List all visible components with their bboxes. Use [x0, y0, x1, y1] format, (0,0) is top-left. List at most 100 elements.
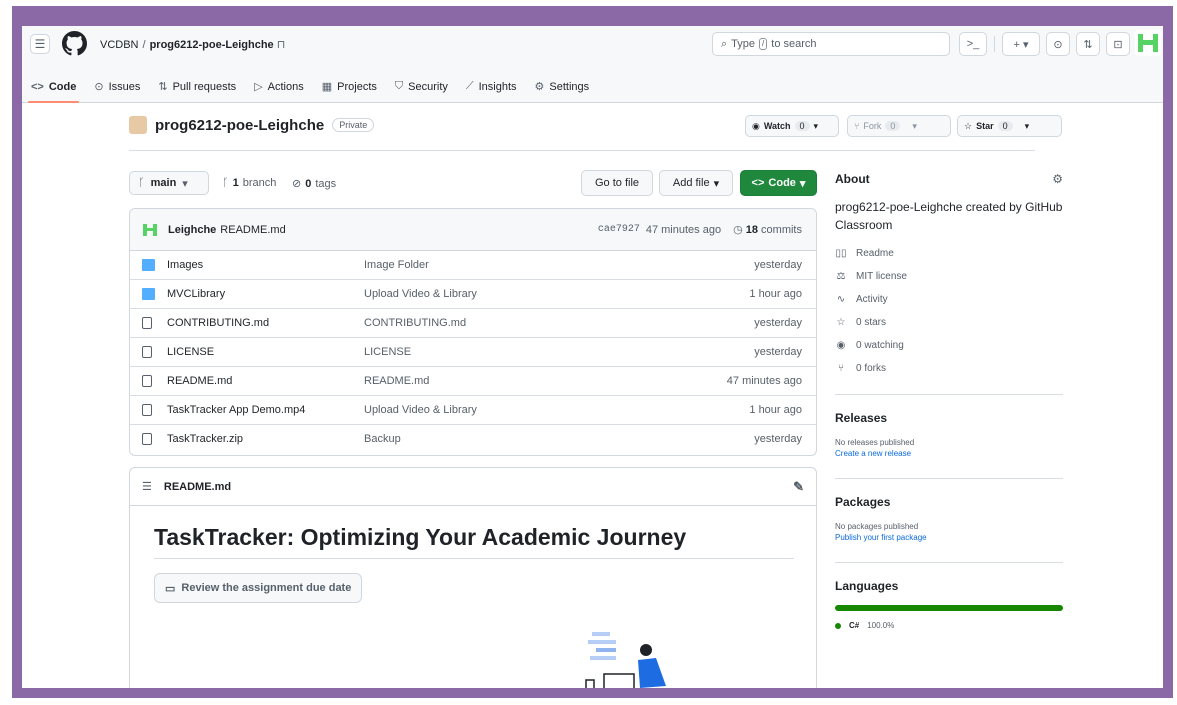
file-row[interactable]: Images Image Folder yesterday: [130, 251, 816, 280]
file-row[interactable]: MVCLibrary Upload Video & Library 1 hour a…: [130, 280, 816, 309]
tags-link[interactable]: ⊘ 0 tags: [292, 177, 336, 191]
file-name[interactable]: TaskTracker.zip: [167, 433, 243, 445]
branch-select-button[interactable]: ᚴ main ▾: [129, 171, 209, 195]
issue-icon: ⊙: [1053, 38, 1063, 51]
user-avatar[interactable]: [1135, 30, 1161, 56]
issues-button[interactable]: ⊙: [1046, 32, 1070, 56]
commit-count-word: commits: [761, 224, 802, 236]
hamburger-menu-icon[interactable]: ☰: [30, 34, 50, 54]
file-commit-date: yesterday: [754, 346, 802, 358]
search-input[interactable]: ⌕ Type / to search: [712, 32, 950, 56]
file-name[interactable]: TaskTracker App Demo.mp4: [167, 404, 305, 416]
chevron-down-icon: ▾: [912, 120, 917, 131]
language-name: C#: [849, 621, 860, 630]
branch-word: branch: [242, 177, 277, 189]
file-name[interactable]: CONTRIBUTING.md: [167, 317, 269, 329]
about-link-book[interactable]: ▯▯ Readme: [835, 242, 1063, 265]
about-link-eye[interactable]: ◉ 0 watching: [835, 334, 1063, 357]
code-button-label: Code: [768, 177, 796, 189]
github-logo-icon[interactable]: [62, 31, 87, 56]
about-link-fork[interactable]: ⑂ 0 forks: [835, 357, 1063, 380]
search-icon: ⌕: [721, 37, 728, 50]
watch-button[interactable]: ◉ Watch 0 ▾: [745, 115, 839, 137]
developer-illustration: [585, 632, 666, 688]
about-link-label: MIT license: [856, 271, 907, 282]
about-link-law[interactable]: ⚖ MIT license: [835, 265, 1063, 288]
file-name[interactable]: MVCLibrary: [167, 288, 225, 300]
add-file-button[interactable]: Add file ▾: [659, 170, 733, 196]
code-icon: <>: [31, 80, 44, 93]
file-row[interactable]: TaskTracker App Demo.mp4 Upload Video & L…: [130, 396, 816, 425]
file-commit-date: yesterday: [754, 259, 802, 271]
commit-message[interactable]: README.md: [220, 224, 285, 236]
eye-icon: ◉: [752, 120, 760, 131]
packages-heading[interactable]: Packages: [835, 495, 1063, 509]
about-link-pulse[interactable]: ∿ Activity: [835, 288, 1063, 311]
file-name[interactable]: README.md: [167, 375, 232, 387]
title-divider: [129, 150, 1035, 151]
gear-icon[interactable]: ⚙: [1052, 172, 1063, 186]
tab-label: Issues: [108, 80, 141, 93]
go-to-file-button[interactable]: Go to file: [581, 170, 653, 196]
tab-projects[interactable]: ▦ Projects: [313, 70, 386, 103]
latest-commit-row: Leighche README.md cae7927 47 minutes ag…: [130, 209, 816, 251]
language-item[interactable]: C# 100.0%: [835, 621, 1063, 630]
file-name[interactable]: Images: [167, 259, 203, 271]
tab-label: Security: [408, 80, 448, 93]
file-row[interactable]: README.md README.md 47 minutes ago: [130, 367, 816, 396]
commit-hash[interactable]: cae7927: [598, 224, 640, 235]
breadcrumb-separator: /: [142, 39, 146, 51]
file-commit-message[interactable]: CONTRIBUTING.md: [364, 317, 466, 329]
command-palette-button[interactable]: >_: [959, 32, 987, 56]
file-commit-message[interactable]: README.md: [364, 375, 429, 387]
inbox-button[interactable]: ⊡: [1106, 32, 1130, 56]
file-commit-message[interactable]: LICENSE: [364, 346, 411, 358]
watch-count: 0: [794, 121, 810, 131]
tab-security[interactable]: ⛉ Security: [386, 70, 457, 103]
tab-pull-requests[interactable]: ⇅ Pull requests: [149, 70, 245, 103]
breadcrumb-repo[interactable]: prog6212-poe-Leighche: [150, 39, 274, 51]
tab-code[interactable]: <> Code: [22, 70, 85, 103]
file-row[interactable]: CONTRIBUTING.md CONTRIBUTING.md yesterday: [130, 309, 816, 338]
releases-heading[interactable]: Releases: [835, 411, 1063, 425]
file-commit-date: 47 minutes ago: [726, 375, 802, 387]
play-icon: ▷: [254, 81, 263, 93]
file-commit-message[interactable]: Upload Video & Library: [364, 404, 477, 416]
file-commit-message[interactable]: Backup: [364, 433, 401, 445]
code-button[interactable]: <> Code ▾: [740, 170, 817, 196]
create-release-link[interactable]: Create a new release: [835, 449, 1063, 458]
star-button[interactable]: ☆ Star 0 ▾: [957, 115, 1062, 137]
fork-button[interactable]: ⑂ Fork 0 ▾: [847, 115, 951, 137]
create-new-button[interactable]: + ▾: [1002, 32, 1040, 56]
pull-request-icon: ⇅: [158, 81, 168, 93]
file-row[interactable]: LICENSE LICENSE yesterday: [130, 338, 816, 367]
review-due-date-button[interactable]: ▭ Review the assignment due date: [154, 573, 363, 603]
code-icon: <>: [751, 177, 765, 189]
folder-icon: [142, 288, 155, 300]
commits-link[interactable]: ◷ 18 commits: [733, 223, 802, 236]
commit-author[interactable]: Leighche: [168, 224, 216, 236]
slash-key-hint: /: [759, 38, 768, 50]
file-name[interactable]: LICENSE: [167, 346, 214, 358]
pull-requests-button[interactable]: ⇅: [1076, 32, 1100, 56]
tab-label: Insights: [478, 80, 517, 93]
readme-filename[interactable]: README.md: [164, 481, 231, 493]
file-commit-message[interactable]: Image Folder: [364, 259, 429, 271]
tab-settings[interactable]: ⚙ Settings: [526, 70, 599, 103]
repo-name[interactable]: prog6212-poe-Leighche: [155, 117, 324, 134]
list-icon[interactable]: ☰: [142, 480, 152, 493]
tab-actions[interactable]: ▷ Actions: [245, 70, 313, 103]
tab-insights[interactable]: ⟋ Insights: [457, 70, 526, 103]
branches-link[interactable]: ᚴ 1 branch: [222, 177, 276, 189]
lock-icon: ⊓: [276, 39, 286, 51]
about-link-star[interactable]: ☆ 0 stars: [835, 311, 1063, 334]
star-count: 0: [997, 121, 1013, 131]
file-commit-message[interactable]: Upload Video & Library: [364, 288, 477, 300]
tab-issues[interactable]: ⊙ Issues: [85, 70, 149, 103]
publish-package-link[interactable]: Publish your first package: [835, 533, 1063, 542]
breadcrumb-owner[interactable]: VCDBN: [100, 39, 139, 51]
add-file-label: Add file: [672, 177, 710, 189]
file-row[interactable]: TaskTracker.zip Backup yesterday: [130, 425, 816, 454]
chevron-down-icon: ▾: [799, 177, 806, 190]
pencil-icon[interactable]: ✎: [793, 479, 804, 495]
